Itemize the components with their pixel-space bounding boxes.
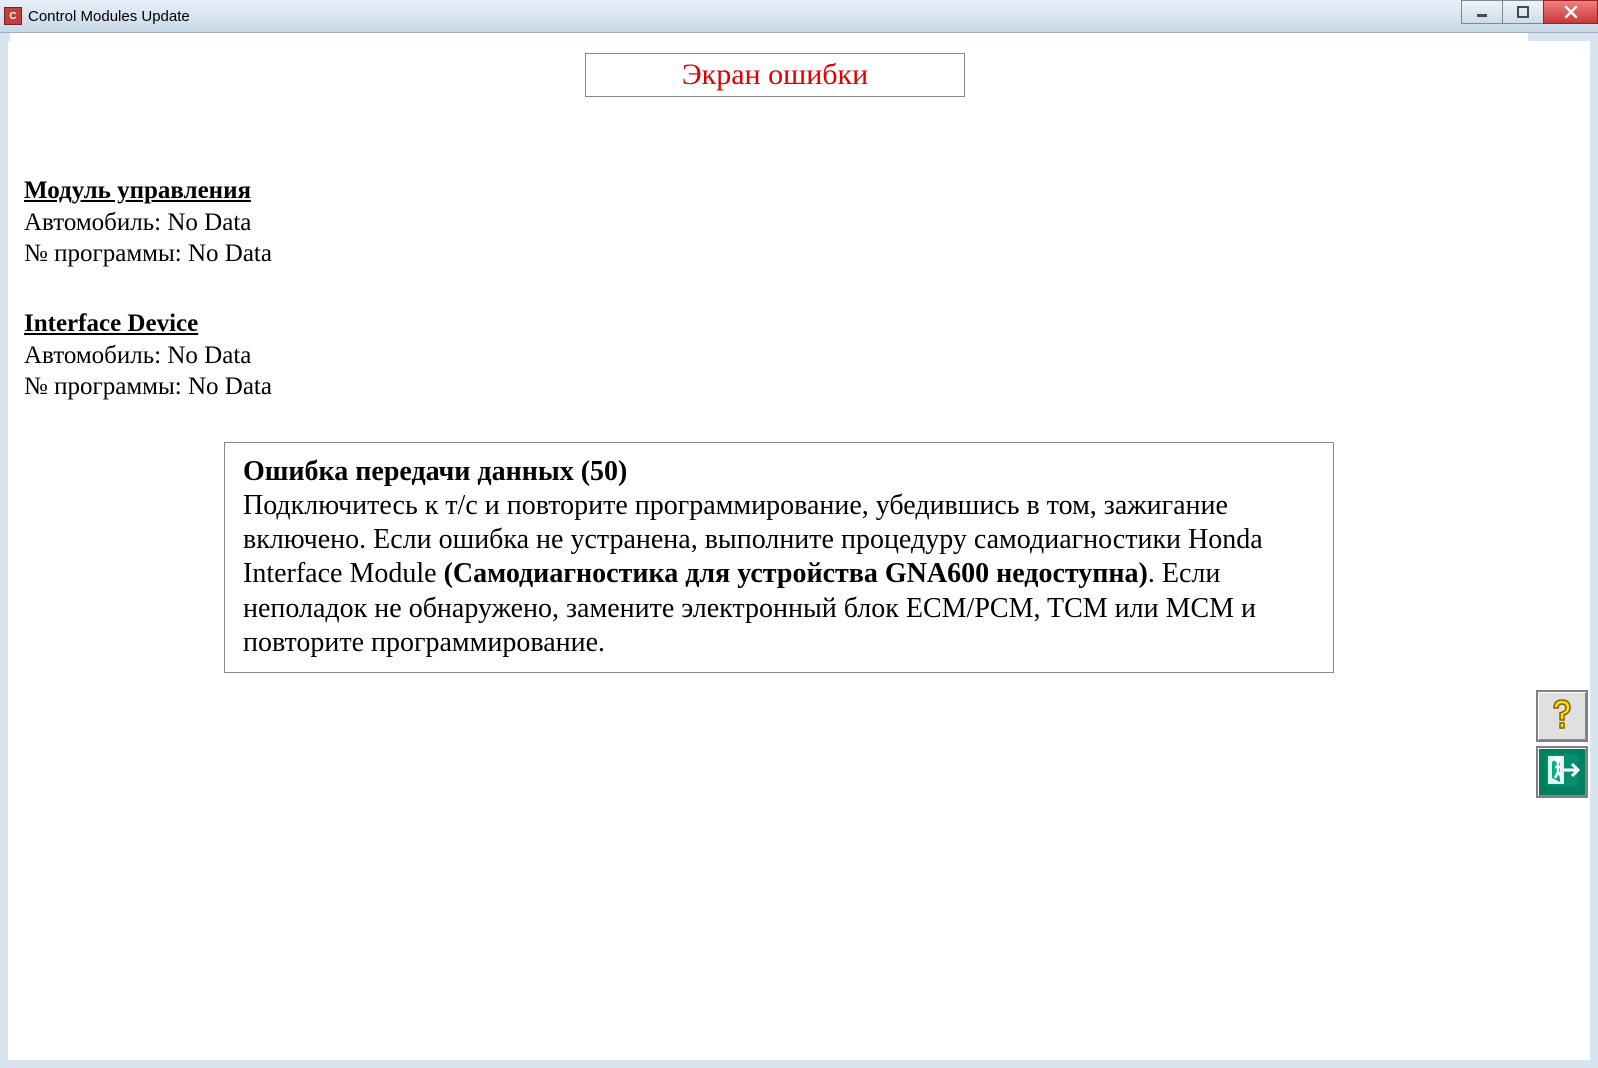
- maximize-button[interactable]: [1502, 0, 1544, 24]
- help-icon: [1544, 696, 1580, 737]
- module-program-label: № программы:: [24, 240, 182, 267]
- interface-program-value: No Data: [188, 373, 272, 400]
- interface-vehicle-label: Автомобиль:: [24, 342, 161, 369]
- window-controls: [1462, 0, 1598, 24]
- app-icon: C: [4, 7, 22, 25]
- minimize-button[interactable]: [1461, 0, 1503, 24]
- side-toolbar: [1536, 690, 1588, 798]
- interface-program-line: № программы: No Data: [24, 371, 1526, 402]
- error-body-bold: (Самодиагностика для устройства GNA600 н…: [444, 558, 1148, 589]
- module-vehicle-label: Автомобиль:: [24, 209, 161, 236]
- interface-section: Interface Device Автомобиль: No Data № п…: [24, 310, 1526, 403]
- module-vehicle-value: No Data: [167, 209, 251, 236]
- module-program-value: No Data: [188, 240, 272, 267]
- interface-program-label: № программы:: [24, 373, 182, 400]
- page-heading-box: Экран ошибки: [585, 53, 965, 97]
- interface-vehicle-line: Автомобиль: No Data: [24, 340, 1526, 371]
- module-heading: Модуль управления: [24, 177, 1526, 205]
- error-title: Ошибка передачи данных (50): [243, 456, 627, 487]
- exit-button[interactable]: [1536, 746, 1588, 798]
- exit-icon: [1542, 750, 1582, 795]
- help-button[interactable]: [1536, 690, 1588, 742]
- error-box: Ошибка передачи данных (50) Подключитесь…: [224, 442, 1334, 673]
- interface-vehicle-value: No Data: [167, 342, 251, 369]
- interface-heading: Interface Device: [24, 310, 1526, 338]
- content-area: Экран ошибки Модуль управления Автомобил…: [10, 33, 1528, 1058]
- module-section: Модуль управления Автомобиль: No Data № …: [24, 177, 1526, 270]
- titlebar: C Control Modules Update: [0, 0, 1598, 33]
- close-button[interactable]: [1543, 0, 1598, 24]
- module-vehicle-line: Автомобиль: No Data: [24, 207, 1526, 238]
- module-program-line: № программы: No Data: [24, 238, 1526, 269]
- window-title: Control Modules Update: [28, 8, 190, 25]
- page-heading: Экран ошибки: [682, 58, 868, 91]
